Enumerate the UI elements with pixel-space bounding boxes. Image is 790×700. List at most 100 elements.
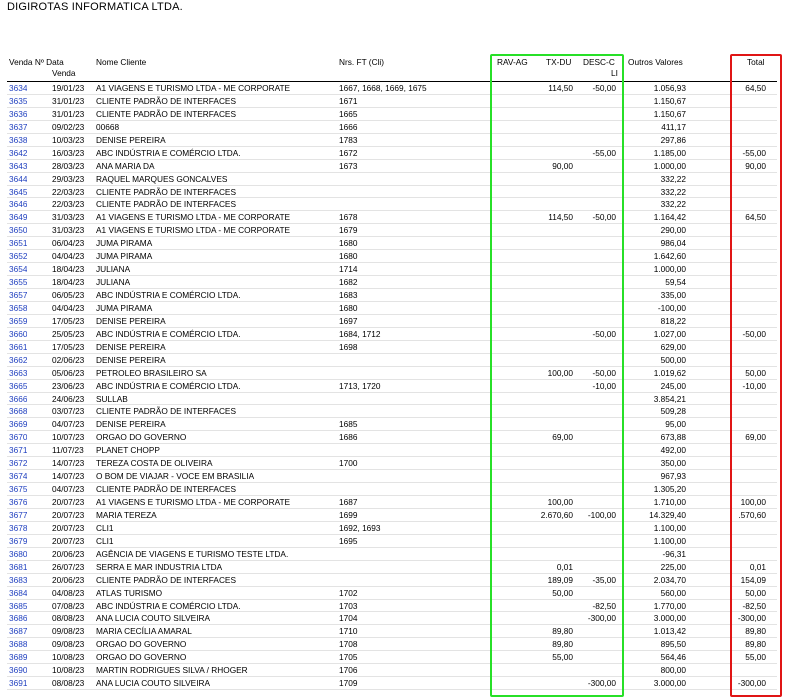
client-name: DENISE PEREIRA [96, 419, 166, 430]
venda-number[interactable]: 3675 [9, 483, 27, 496]
ft-numbers: 1666 [339, 121, 358, 132]
client-name: PLANET CHOPP [96, 445, 160, 456]
venda-number[interactable]: 3670 [9, 431, 27, 444]
table-row: 3671 11/07/23 PLANET CHOPP 492,00 [0, 444, 790, 458]
sale-date: 08/08/23 [52, 678, 85, 689]
venda-number[interactable]: 3676 [9, 496, 27, 509]
client-name: DENISE PEREIRA [96, 315, 166, 326]
table-row: 3660 25/05/23 ABC INDÚSTRIA E COMÉRCIO LTD… [0, 328, 790, 341]
venda-number[interactable]: 3683 [9, 574, 27, 587]
venda-number[interactable]: 3663 [9, 367, 27, 380]
venda-number[interactable]: 3669 [9, 418, 27, 431]
venda-number[interactable]: 3659 [9, 315, 27, 328]
table-row: 3684 04/08/23 ATLAS TURISMO 1702 50,00 560,00… [0, 587, 790, 600]
venda-number[interactable]: 3686 [9, 612, 27, 625]
venda-number[interactable]: 3672 [9, 457, 27, 470]
venda-number[interactable]: 3662 [9, 354, 27, 367]
sale-date: 10/07/23 [52, 432, 85, 443]
outros-valores-value: 1.305,20 [653, 484, 686, 495]
sale-date: 07/08/23 [52, 600, 85, 611]
venda-number[interactable]: 3643 [9, 160, 27, 173]
venda-number[interactable]: 3650 [9, 224, 27, 237]
venda-number[interactable]: 3655 [9, 276, 27, 289]
client-name: CLIENTE PADRÃO DE INTERFACES [96, 95, 236, 106]
venda-number[interactable]: 3661 [9, 341, 27, 354]
venda-number[interactable]: 3677 [9, 509, 27, 522]
sale-date: 17/05/23 [52, 341, 85, 352]
sale-date: 11/07/23 [52, 445, 84, 456]
venda-number[interactable]: 3678 [9, 522, 27, 535]
outros-valores-value: 1.642,60 [653, 251, 686, 262]
venda-number[interactable]: 3652 [9, 250, 27, 263]
report-header: Venda Nº Data Venda Nome Cliente Nrs. FT… [0, 57, 790, 81]
client-name: PETROLEO BRASILEIRO SA [96, 367, 207, 378]
client-name: JULIANA [96, 277, 131, 288]
venda-number[interactable]: 3637 [9, 121, 27, 134]
client-name: ATLAS TURISMO [96, 587, 163, 598]
venda-number[interactable]: 3665 [9, 380, 27, 393]
sale-date: 09/08/23 [52, 639, 85, 650]
outros-valores-value: 335,00 [660, 290, 686, 300]
table-row: 3638 10/03/23 DENISE PEREIRA 1783 297,86 [0, 134, 790, 147]
client-name: A1 VIAGENS E TURISMO LTDA - ME CORPORATE [96, 83, 291, 93]
venda-number[interactable]: 3638 [9, 134, 27, 147]
sale-date: 31/01/23 [52, 95, 85, 106]
ft-numbers: 1708 [339, 639, 358, 650]
outros-valores-value: 629,00 [660, 341, 686, 352]
venda-number[interactable]: 3691 [9, 677, 27, 690]
header-outros: Outros Valores [628, 57, 683, 67]
table-row: 3688 09/08/23 ORGAO DO GOVERNO 1708 89,80 895… [0, 638, 790, 652]
venda-number[interactable]: 3649 [9, 211, 27, 224]
ft-numbers: 1703 [339, 600, 358, 611]
venda-number[interactable]: 3684 [9, 587, 27, 600]
table-row: 3642 16/03/23 ABC INDÚSTRIA E COMÉRCIO LTD… [0, 147, 790, 160]
venda-number[interactable]: 3687 [9, 625, 27, 638]
venda-number[interactable]: 3658 [9, 302, 27, 315]
sale-date: 05/06/23 [52, 367, 85, 378]
outros-valores-value: 1.770,00 [653, 600, 686, 611]
sale-date: 29/03/23 [52, 173, 85, 184]
venda-number[interactable]: 3666 [9, 393, 27, 406]
client-name: CLI1 [96, 535, 114, 546]
venda-number[interactable]: 3685 [9, 600, 27, 613]
client-name: DENISE PEREIRA [96, 354, 166, 365]
table-row: 3675 04/07/23 CLIENTE PADRÃO DE INTERFACES… [0, 483, 790, 496]
sale-date: 06/04/23 [52, 238, 85, 249]
table-row: 3686 08/08/23 ANA LUCIA COUTO SILVEIRA 1704… [0, 612, 790, 626]
venda-number[interactable]: 3680 [9, 548, 27, 561]
venda-number[interactable]: 3681 [9, 561, 27, 574]
client-name: ANA MARIA DA [96, 160, 155, 171]
outros-valores-value: 59,54 [665, 277, 686, 288]
ft-numbers: 1672 [339, 147, 358, 158]
sale-date: 10/08/23 [52, 652, 85, 663]
venda-number[interactable]: 3679 [9, 535, 27, 548]
venda-number[interactable]: 3660 [9, 328, 27, 341]
venda-number[interactable]: 3688 [9, 638, 27, 651]
venda-number[interactable]: 3690 [9, 664, 27, 677]
outros-valores-value: 350,00 [660, 458, 686, 469]
table-row: 3645 22/03/23 CLIENTE PADRÃO DE INTERFACES… [0, 186, 790, 199]
venda-number[interactable]: 3671 [9, 444, 27, 457]
client-name: CLIENTE PADRÃO DE INTERFACES [96, 484, 236, 495]
venda-number[interactable]: 3636 [9, 108, 27, 121]
table-row: 3679 20/07/23 CLI1 1695 1.100,00 [0, 535, 790, 548]
ft-numbers: 1695 [339, 535, 358, 546]
table-row: 3643 28/03/23 ANA MARIA DA 1673 90,00 1.000,0… [0, 160, 790, 173]
table-row: 3649 31/03/23 A1 VIAGENS E TURISMO LTDA - … [0, 211, 790, 225]
sale-date: 10/03/23 [52, 134, 85, 145]
client-name: JUMA PIRAMA [96, 251, 153, 262]
venda-number[interactable]: 3654 [9, 263, 27, 276]
sale-date: 04/07/23 [52, 419, 85, 430]
venda-number[interactable]: 3642 [9, 147, 27, 160]
venda-number[interactable]: 3657 [9, 289, 27, 302]
venda-number[interactable]: 3635 [9, 95, 27, 108]
venda-number[interactable]: 3646 [9, 198, 27, 211]
venda-number[interactable]: 3645 [9, 186, 27, 199]
venda-number[interactable]: 3674 [9, 470, 27, 483]
venda-number[interactable]: 3689 [9, 651, 27, 664]
ft-numbers: 1697 [339, 315, 358, 326]
venda-number[interactable]: 3651 [9, 237, 27, 250]
venda-number[interactable]: 3644 [9, 173, 27, 186]
venda-number[interactable]: 3634 [9, 82, 27, 95]
venda-number[interactable]: 3668 [9, 405, 27, 418]
